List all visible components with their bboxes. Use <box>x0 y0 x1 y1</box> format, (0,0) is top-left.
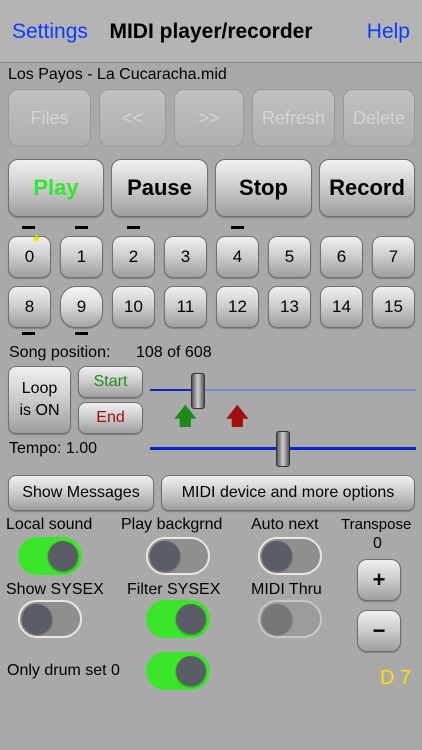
previous-file-button[interactable]: << <box>99 89 166 147</box>
transpose-label: Transpose <box>341 516 412 533</box>
channel-4-marker <box>231 226 244 229</box>
only-drum-set-label: Only drum set 0 <box>7 662 120 679</box>
midi-device-options-button[interactable]: MIDI device and more options <box>161 475 415 511</box>
transpose-plus-button[interactable]: + <box>357 559 401 601</box>
record-button[interactable]: Record <box>319 159 415 217</box>
loop-start-button[interactable]: Start <box>78 366 143 398</box>
song-position-value: 108 of 608 <box>136 344 212 361</box>
channel-9-marker <box>75 332 88 335</box>
toggle-knob <box>176 656 206 686</box>
stop-button[interactable]: Stop <box>215 159 312 217</box>
song-position-track[interactable] <box>200 389 416 391</box>
channel-8-marker <box>22 332 35 335</box>
toggle-knob <box>262 541 292 571</box>
toggle-knob <box>22 604 52 634</box>
auto-next-label: Auto next <box>251 516 319 533</box>
pause-button[interactable]: Pause <box>111 159 208 217</box>
loop-button[interactable]: Loop is ON <box>8 366 71 434</box>
green-up-arrow-icon: 🡅 <box>173 403 198 430</box>
channel-10-button[interactable]: 10 <box>112 286 155 328</box>
local-sound-label: Local sound <box>6 516 93 533</box>
channel-4-button[interactable]: 4 <box>216 236 259 278</box>
toggle-knob <box>262 604 292 634</box>
transpose-value: 0 <box>373 535 382 552</box>
filter-sysex-label: Filter SYSEX <box>127 581 221 598</box>
file-name: Los Payos - La Cucaracha.mid <box>8 66 227 83</box>
midi-thru-label: MIDI Thru <box>251 581 322 598</box>
tempo-label: Tempo: 1.00 <box>9 440 98 457</box>
only-drum-set-toggle[interactable] <box>146 652 210 690</box>
loop-line-2: is ON <box>19 402 60 419</box>
show-messages-button[interactable]: Show Messages <box>8 475 154 511</box>
local-sound-toggle[interactable] <box>18 537 82 575</box>
tempo-thumb[interactable] <box>276 431 290 467</box>
channel-12-button[interactable]: 12 <box>216 286 259 328</box>
midi-thru-toggle[interactable] <box>258 600 322 638</box>
delete-button[interactable]: Delete <box>343 89 415 147</box>
channel-11-button[interactable]: 11 <box>164 286 207 328</box>
channel-0-button[interactable]: 0 <box>8 236 51 278</box>
channel-1-marker <box>75 226 88 229</box>
toggle-knob <box>176 604 206 634</box>
page-title: MIDI player/recorder <box>109 20 313 43</box>
channel-9-button[interactable]: 9 <box>60 286 103 328</box>
toggle-knob <box>48 541 78 571</box>
channel-0-marker <box>22 226 35 229</box>
show-sysex-toggle[interactable] <box>18 600 82 638</box>
channel-2-marker <box>127 226 140 229</box>
play-background-label: Play backgrnd <box>121 516 223 533</box>
help-button[interactable]: Help <box>367 20 410 44</box>
play-button[interactable]: Play <box>8 159 104 217</box>
channel-3-button[interactable]: 3 <box>164 236 207 278</box>
refresh-button[interactable]: Refresh <box>252 89 335 147</box>
toggle-knob <box>150 541 180 571</box>
next-file-button[interactable]: >> <box>174 89 244 147</box>
channel-5-button[interactable]: 5 <box>268 236 311 278</box>
channel-7-button[interactable]: 7 <box>372 236 415 278</box>
channel-8-button[interactable]: 8 <box>8 286 51 328</box>
channel-14-button[interactable]: 14 <box>320 286 363 328</box>
status-indicator: D 7 <box>380 667 412 689</box>
transpose-minus-button[interactable]: − <box>357 610 401 652</box>
star-icon: * <box>33 232 41 252</box>
filter-sysex-toggle[interactable] <box>146 600 210 638</box>
show-sysex-label: Show SYSEX <box>6 581 104 598</box>
channel-6-button[interactable]: 6 <box>320 236 363 278</box>
play-background-toggle[interactable] <box>146 537 210 575</box>
files-button[interactable]: Files <box>8 89 91 147</box>
song-position-label: Song position: <box>9 344 111 361</box>
channel-1-button[interactable]: 1 <box>60 236 103 278</box>
red-up-arrow-icon: 🡅 <box>225 403 250 430</box>
loop-end-button[interactable]: End <box>78 402 143 434</box>
channel-15-button[interactable]: 15 <box>372 286 415 328</box>
auto-next-toggle[interactable] <box>258 537 322 575</box>
channel-13-button[interactable]: 13 <box>268 286 311 328</box>
channel-2-button[interactable]: 2 <box>112 236 155 278</box>
loop-line-1: Loop <box>21 380 58 397</box>
